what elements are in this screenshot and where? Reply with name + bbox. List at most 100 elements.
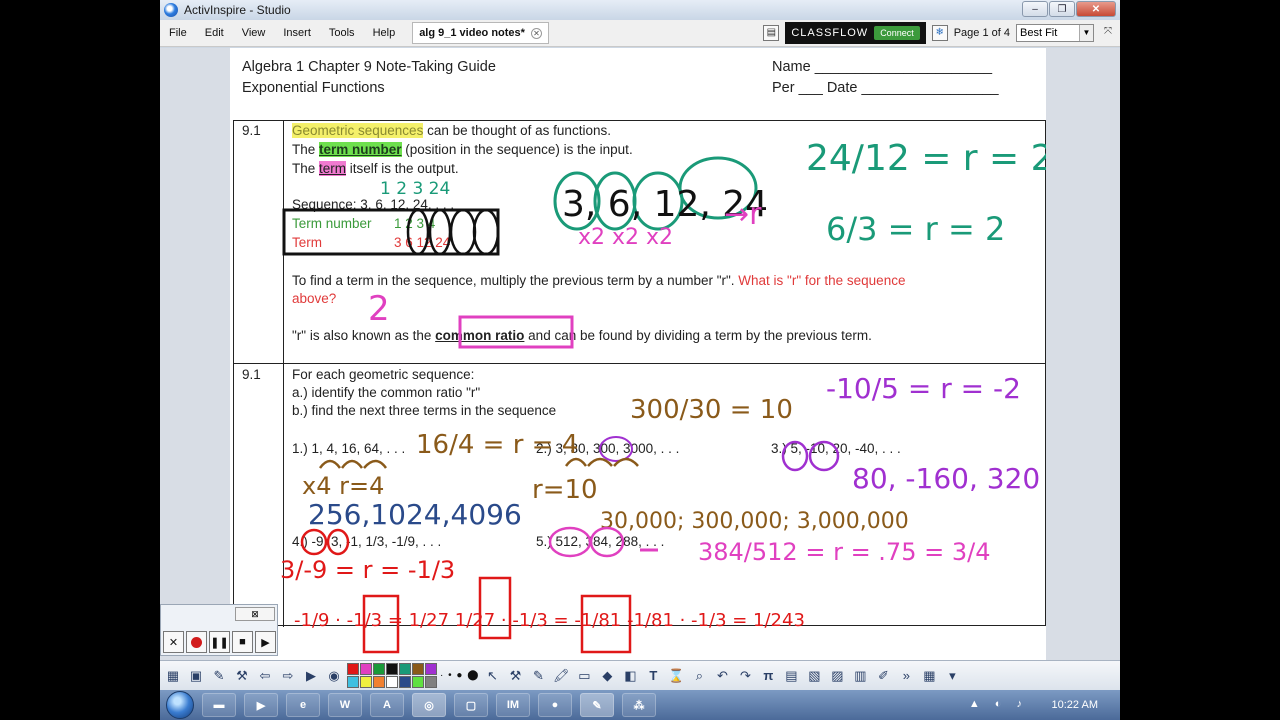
classflow-logo: CLASSFLOW bbox=[791, 27, 869, 39]
taskbar-app-icon[interactable]: ▢ bbox=[454, 693, 488, 717]
color-swatch-black[interactable] bbox=[386, 663, 398, 675]
page-tools-icon[interactable]: ▤ bbox=[781, 665, 801, 687]
name-line: Name ______________________ bbox=[772, 59, 993, 75]
taskbar-media-icon[interactable]: ▶ bbox=[244, 693, 278, 717]
color-swatch-gray[interactable] bbox=[425, 676, 437, 688]
zoom-select[interactable]: Best Fit ▼ bbox=[1016, 24, 1094, 42]
color-swatch-lime[interactable] bbox=[412, 676, 424, 688]
redo-icon[interactable]: ↷ bbox=[735, 665, 755, 687]
menu-edit[interactable]: Edit bbox=[196, 27, 233, 39]
fill-icon[interactable]: ◆ bbox=[597, 665, 617, 687]
start-button-icon[interactable] bbox=[166, 691, 194, 719]
stop-button[interactable]: ■ bbox=[232, 631, 253, 653]
eraser-icon[interactable]: ▭ bbox=[574, 665, 594, 687]
menu-insert[interactable]: Insert bbox=[274, 27, 320, 39]
line-text: To find a term in the sequence, multiply… bbox=[292, 273, 735, 288]
camera-icon[interactable]: ▨ bbox=[827, 665, 847, 687]
shape-icon[interactable]: ◧ bbox=[620, 665, 640, 687]
clear-icon[interactable]: ⌛ bbox=[666, 665, 686, 687]
taskbar-bluetooth-icon[interactable]: ⁂ bbox=[622, 693, 656, 717]
grid-icon[interactable]: ▦ bbox=[919, 665, 939, 687]
taskbar-im-icon[interactable]: IM bbox=[496, 693, 530, 717]
highlight-term-number: term number bbox=[319, 142, 402, 157]
screen-recorder-widget[interactable]: ⊠ ✕ ❚❚ ■ ▶ bbox=[160, 604, 278, 656]
media-icon[interactable]: ▧ bbox=[804, 665, 824, 687]
record-button[interactable] bbox=[186, 631, 207, 653]
pen-tool-icon[interactable]: ✎ bbox=[528, 665, 548, 687]
menu-file[interactable]: File bbox=[160, 27, 196, 39]
window-title: ActivInspire - Studio bbox=[184, 3, 291, 17]
previous-page-icon[interactable]: ⇦ bbox=[255, 665, 275, 687]
taskbar-clock[interactable]: 10:22 AM bbox=[1052, 699, 1098, 711]
flipchart-page[interactable]: Algebra 1 Chapter 9 Note-Taking Guide Ex… bbox=[230, 48, 1046, 660]
taskbar-word-icon[interactable]: W bbox=[328, 693, 362, 717]
desktop-annotate-icon[interactable]: ✎ bbox=[209, 665, 229, 687]
problem-5: 5.) 512, 384, 288, . . . bbox=[536, 534, 665, 549]
browser-icon[interactable]: ▣ bbox=[186, 665, 206, 687]
pause-button[interactable]: ❚❚ bbox=[209, 631, 230, 653]
next-page-icon[interactable]: ⇨ bbox=[278, 665, 298, 687]
toolbar-menu-icon[interactable]: ▾ bbox=[942, 665, 962, 687]
zoom-icon[interactable]: ⌕ bbox=[689, 665, 709, 687]
highlighter-icon[interactable]: 🖍 bbox=[551, 665, 571, 687]
recorder-cancel-button[interactable]: ✕ bbox=[163, 631, 184, 653]
tab-document[interactable]: alg 9_1 video notes* ✕ bbox=[412, 22, 549, 44]
taskbar-circle-icon[interactable]: ● bbox=[538, 693, 572, 717]
section-number: 9.1 bbox=[242, 123, 261, 138]
taskbar-pdf-icon[interactable]: A bbox=[370, 693, 404, 717]
recorder-close-icon[interactable]: ⊠ bbox=[235, 607, 275, 621]
color-swatch-yellow[interactable] bbox=[360, 676, 372, 688]
taskbar-explorer-icon[interactable]: ▬ bbox=[202, 693, 236, 717]
pen-width-selector[interactable]: · • ● ⬤ bbox=[440, 670, 479, 681]
taskbar-activinspire-icon[interactable]: ✎ bbox=[580, 693, 614, 717]
marker-icon[interactable]: ✐ bbox=[873, 665, 893, 687]
minimize-button[interactable]: – bbox=[1022, 1, 1048, 17]
revealer-icon[interactable]: ▥ bbox=[850, 665, 870, 687]
color-swatch-orange[interactable] bbox=[373, 676, 385, 688]
zoom-value: Best Fit bbox=[1020, 27, 1058, 39]
recorder-controls: ✕ ❚❚ ■ ▶ bbox=[163, 631, 276, 653]
notes-icon[interactable]: ▤ bbox=[763, 25, 780, 41]
fullscreen-icon[interactable]: ⤧ bbox=[1100, 25, 1116, 41]
line-text: "r" is also known as the bbox=[292, 328, 436, 343]
tab-close-icon[interactable]: ✕ bbox=[530, 27, 542, 39]
color-swatch-navy[interactable] bbox=[399, 676, 411, 688]
more-tools-icon[interactable]: » bbox=[896, 665, 916, 687]
desktop-tools-icon[interactable]: ⚒ bbox=[232, 665, 252, 687]
color-swatch-white[interactable] bbox=[386, 676, 398, 688]
menu-help[interactable]: Help bbox=[364, 27, 405, 39]
term-values: 3 6 12 24 bbox=[394, 235, 451, 250]
snowflake-icon[interactable]: ❄ bbox=[931, 25, 948, 41]
taskbar-chrome-icon[interactable]: ◎ bbox=[412, 693, 446, 717]
play-icon[interactable]: ▶ bbox=[301, 665, 321, 687]
line-text: itself is the output. bbox=[346, 161, 459, 176]
undo-icon[interactable]: ↶ bbox=[712, 665, 732, 687]
color-swatch-red[interactable] bbox=[347, 663, 359, 675]
color-swatch-purple[interactable] bbox=[425, 663, 437, 675]
canvas-area[interactable]: Algebra 1 Chapter 9 Note-Taking Guide Ex… bbox=[160, 48, 1120, 660]
math-tools-icon[interactable]: π bbox=[758, 665, 778, 687]
common-ratio-term: common ratio bbox=[435, 328, 525, 343]
maximize-button[interactable]: ❐ bbox=[1049, 1, 1075, 17]
resource-tools-icon[interactable]: ⚒ bbox=[505, 665, 525, 687]
menu-view[interactable]: View bbox=[233, 27, 275, 39]
color-swatch-magenta[interactable] bbox=[360, 663, 372, 675]
flipchart-icon[interactable]: ▦ bbox=[163, 665, 183, 687]
highlight-geometric-sequences: Geometric sequences bbox=[292, 123, 424, 138]
problem-1: 1.) 1, 4, 16, 64, . . . bbox=[292, 441, 406, 456]
select-tool-icon[interactable]: ↖ bbox=[482, 665, 502, 687]
close-button[interactable]: ✕ bbox=[1076, 1, 1116, 17]
globe-icon[interactable]: ◉ bbox=[324, 665, 344, 687]
play-button[interactable]: ▶ bbox=[255, 631, 276, 653]
color-swatch-brown[interactable] bbox=[412, 663, 424, 675]
system-tray[interactable]: ▲ ◐ ♪ bbox=[969, 698, 1028, 710]
menu-tools[interactable]: Tools bbox=[320, 27, 364, 39]
taskbar-ie-icon[interactable]: e bbox=[286, 693, 320, 717]
connect-button[interactable]: Connect bbox=[874, 26, 920, 40]
color-swatch-green[interactable] bbox=[373, 663, 385, 675]
color-swatch-teal[interactable] bbox=[399, 663, 411, 675]
color-swatch-cyan[interactable] bbox=[347, 676, 359, 688]
chapter-title: Algebra 1 Chapter 9 Note-Taking Guide bbox=[242, 59, 496, 75]
page-indicator: Page 1 of 4 bbox=[953, 27, 1010, 39]
text-tool-icon[interactable]: T bbox=[643, 665, 663, 687]
